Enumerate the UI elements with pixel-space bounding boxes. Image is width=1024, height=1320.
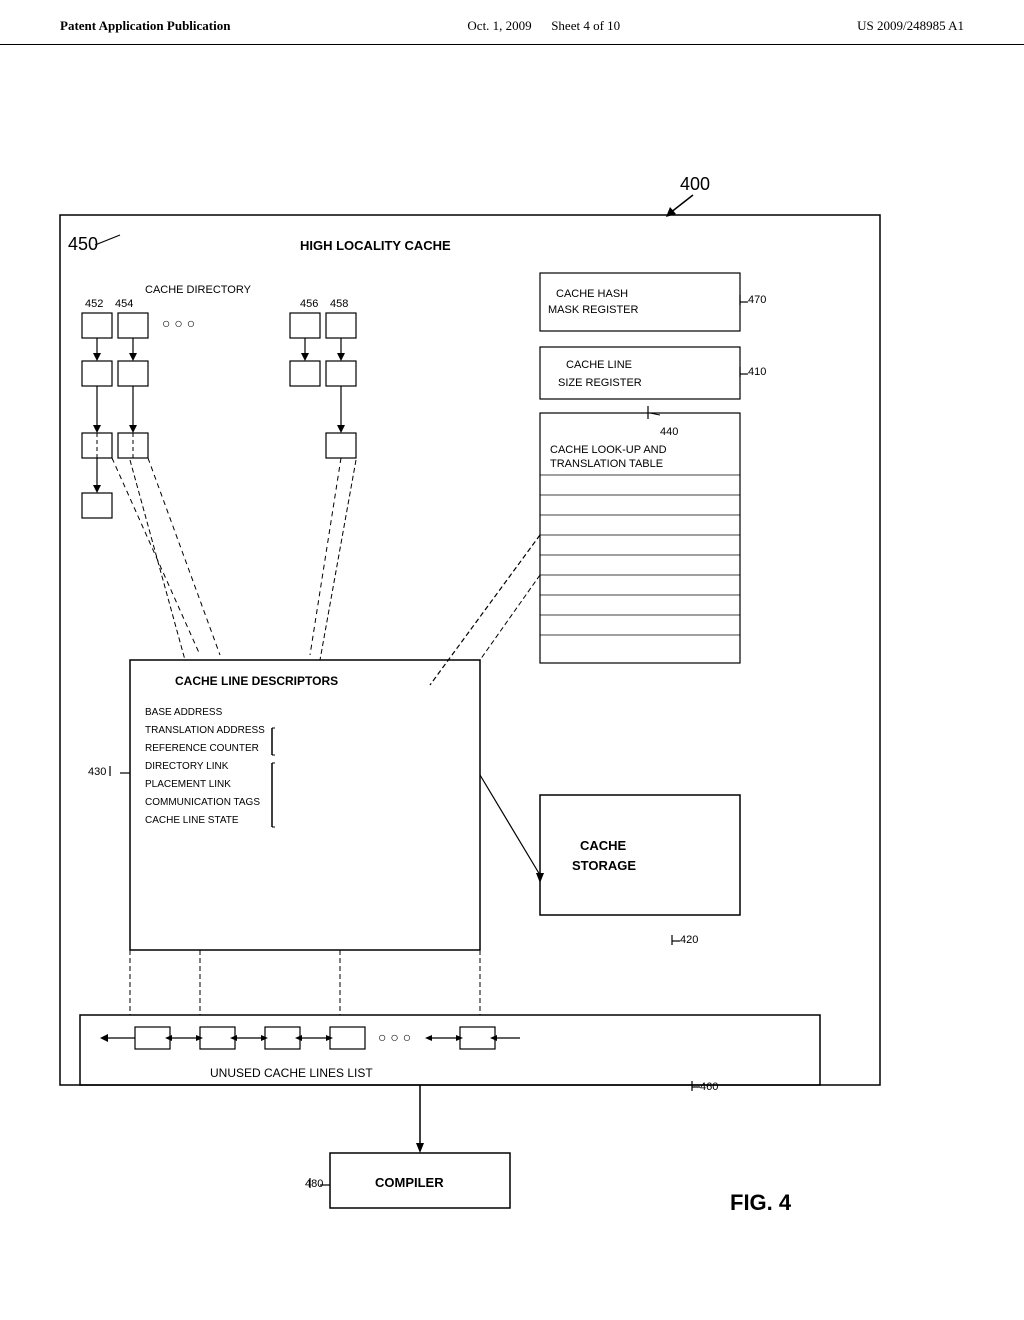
dir-link: DIRECTORY LINK — [145, 761, 229, 772]
main-diagram: 400 450 HIGH LOCALITY CACHE CACHE DIRECT… — [0, 45, 1024, 1305]
cd-box-2-2 — [118, 361, 148, 386]
cd-box-1-4 — [326, 313, 356, 338]
cache-directory-label: CACHE DIRECTORY — [145, 284, 252, 296]
page-header: Patent Application Publication Oct. 1, 2… — [0, 0, 1024, 45]
cache-storage-box — [540, 795, 740, 915]
ref-452: 452 — [85, 298, 103, 310]
cache-line-state: CACHE LINE STATE — [145, 815, 239, 826]
dots-2: ○ ○ ○ — [378, 1029, 411, 1045]
header-date: Oct. 1, 2009 — [467, 18, 531, 33]
unused-box-last — [460, 1027, 495, 1049]
lookup-label1: CACHE LOOK-UP AND — [550, 444, 667, 456]
ref-456: 456 — [300, 298, 318, 310]
cd-box-2-4 — [326, 361, 356, 386]
cache-hash-box — [540, 273, 740, 331]
cd-box-2-3 — [290, 361, 320, 386]
cache-storage-label1: CACHE — [580, 838, 627, 853]
ref-460: 460 — [700, 1081, 718, 1093]
cd-box-4-1 — [82, 493, 112, 518]
unused-cache-lines-box — [80, 1015, 820, 1085]
unused-box-2 — [200, 1027, 235, 1049]
ref-420: 420 — [680, 934, 698, 946]
cache-line-size-label2: SIZE REGISTER — [558, 377, 642, 389]
header-sheet: Sheet 4 of 10 — [551, 18, 620, 33]
high-locality-cache-label: HIGH LOCALITY CACHE — [300, 238, 451, 253]
unused-box-4 — [330, 1027, 365, 1049]
ref-480: 480 — [305, 1178, 323, 1190]
header-date-sheet: Oct. 1, 2009 Sheet 4 of 10 — [467, 18, 620, 34]
trans-addr: TRANSLATION ADDRESS — [145, 725, 265, 736]
cd-box-2-1 — [82, 361, 112, 386]
diagram-area: 400 450 HIGH LOCALITY CACHE CACHE DIRECT… — [0, 45, 1024, 1305]
unused-box-1 — [135, 1027, 170, 1049]
ref-470: 470 — [748, 294, 766, 306]
outer-box — [60, 215, 880, 1085]
cd-box-1-3 — [290, 313, 320, 338]
lookup-label2: TRANSLATION TABLE — [550, 458, 663, 470]
cd-box-1-1 — [82, 313, 112, 338]
base-addr: BASE ADDRESS — [145, 707, 223, 718]
cache-line-size-label1: CACHE LINE — [566, 359, 632, 371]
header-patent-number: US 2009/248985 A1 — [857, 18, 964, 34]
unused-box-3 — [265, 1027, 300, 1049]
fig-label: FIG. 4 — [730, 1190, 792, 1215]
ref-454: 454 — [115, 298, 133, 310]
comm-tags: COMMUNICATION TAGS — [145, 797, 260, 808]
ref-410: 410 — [748, 366, 766, 378]
ref-440: 440 — [660, 426, 678, 438]
ref-400: 400 — [680, 174, 710, 194]
header-publication: Patent Application Publication — [60, 18, 230, 34]
cache-storage-label2: STORAGE — [572, 858, 636, 873]
cache-line-size-box — [540, 347, 740, 399]
dots-1: ○ ○ ○ — [162, 315, 195, 331]
compiler-label: COMPILER — [375, 1175, 444, 1190]
cd-box-3-3 — [326, 433, 356, 458]
ref-458: 458 — [330, 298, 348, 310]
ref-450: 450 — [68, 234, 98, 254]
ref-counter: REFERENCE COUNTER — [145, 743, 259, 754]
ref-430: 430 — [88, 766, 106, 778]
cache-hash-label1: CACHE HASH — [556, 288, 628, 300]
unused-label: UNUSED CACHE LINES LIST — [210, 1066, 373, 1080]
desc-label: CACHE LINE DESCRIPTORS — [175, 674, 338, 688]
cd-box-1-2 — [118, 313, 148, 338]
cache-hash-label2: MASK REGISTER — [548, 304, 639, 316]
place-link: PLACEMENT LINK — [145, 779, 231, 790]
